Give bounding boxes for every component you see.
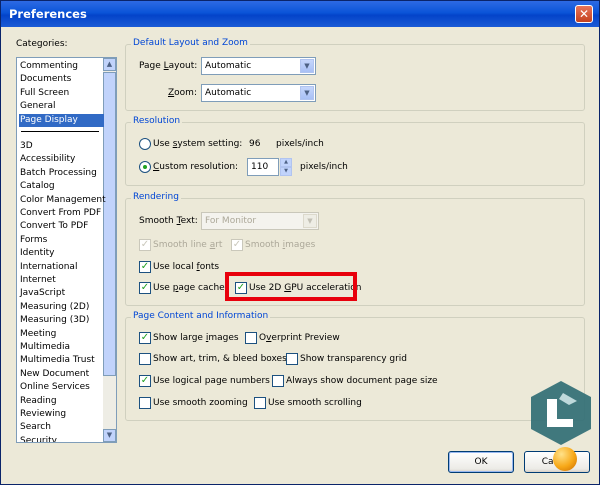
custom-resolution-input[interactable]: 110 [247, 158, 279, 176]
page-layout-select[interactable]: Automatic ▼ [201, 57, 316, 75]
title-bar[interactable]: Preferences ✕ [1, 1, 599, 27]
category-item[interactable]: International [19, 261, 104, 274]
category-item[interactable]: Reading [19, 395, 104, 408]
smooth-scrolling-label: Use smooth scrolling [268, 398, 362, 408]
logical-page-numbers-checkbox[interactable]: ✓ [139, 375, 151, 387]
page-cache-checkbox[interactable]: ✓ [139, 282, 151, 294]
category-item[interactable]: Commenting [19, 60, 104, 73]
category-item[interactable]: Catalog [19, 180, 104, 193]
rendering-title: Rendering [131, 192, 181, 202]
category-item[interactable]: New Document [19, 368, 104, 381]
smooth-text-select[interactable]: For Monitor ▼ [201, 212, 319, 230]
smooth-scrolling-checkbox[interactable] [254, 397, 266, 409]
window-title: Preferences [9, 7, 87, 21]
orb-icon [553, 447, 577, 471]
smooth-zooming-label: Use smooth zooming [153, 398, 248, 408]
category-item[interactable]: Meeting [19, 328, 104, 341]
category-item[interactable]: Color Management [19, 194, 106, 207]
chevron-down-icon: ▼ [300, 86, 314, 100]
large-images-label: Show large images [153, 333, 239, 343]
resolution-group: Resolution Use system setting: 96 pixels… [125, 116, 585, 186]
preferences-window: Preferences ✕ Categories: ▲ ▼ Commenting… [0, 0, 600, 485]
category-item[interactable]: General [19, 100, 104, 113]
logical-page-numbers-label: Use logical page numbers [153, 376, 270, 386]
art-trim-bleed-label: Show art, trim, & bleed boxes [153, 354, 287, 364]
category-item[interactable]: Multimedia [19, 341, 104, 354]
stepper-up-icon[interactable]: ▲ [280, 158, 292, 167]
category-item[interactable]: Reviewing [19, 408, 104, 421]
category-item[interactable]: Forms [19, 234, 104, 247]
transparency-grid-label: Show transparency grid [300, 354, 408, 364]
smooth-zooming-checkbox[interactable] [139, 397, 151, 409]
watermark-logo [531, 381, 591, 445]
page-cache-label: Use page cache [153, 283, 225, 293]
category-item[interactable]: Multimedia Trust [19, 354, 104, 367]
custom-resolution-label: Custom resolution: [153, 162, 239, 172]
category-item[interactable]: Measuring (2D) [19, 301, 104, 314]
scroll-thumb[interactable] [103, 72, 116, 376]
smooth-text-label: Smooth Text: [139, 216, 198, 226]
category-item[interactable]: Batch Processing [19, 167, 104, 180]
chevron-down-icon: ▼ [300, 59, 314, 73]
category-item[interactable]: 3D [19, 140, 104, 153]
ok-button[interactable]: OK [448, 451, 514, 473]
smooth-images-checkbox[interactable]: ✓ [231, 239, 243, 251]
category-item[interactable]: Documents [19, 73, 104, 86]
zoom-label: Zoom: [168, 88, 197, 98]
always-show-size-label: Always show document page size [286, 376, 438, 386]
close-button[interactable]: ✕ [575, 5, 593, 23]
categories-label: Categories: [16, 39, 68, 49]
category-separator [21, 131, 99, 132]
custom-resolution-stepper[interactable]: ▲ ▼ [280, 158, 292, 176]
zoom-select[interactable]: Automatic ▼ [201, 84, 316, 102]
always-show-size-checkbox[interactable] [272, 375, 284, 387]
system-setting-unit: pixels/inch [276, 139, 324, 149]
category-item[interactable]: Security [19, 435, 104, 442]
overprint-preview-label: Overprint Preview [259, 333, 340, 343]
system-setting-label: Use system setting: [153, 139, 243, 149]
smooth-line-art-label: Smooth line art [153, 240, 223, 250]
large-images-checkbox[interactable]: ✓ [139, 332, 151, 344]
category-item[interactable]: Online Services [19, 381, 104, 394]
system-setting-value: 96 [249, 139, 261, 149]
smooth-line-art-checkbox[interactable]: ✓ [139, 239, 151, 251]
chevron-down-icon: ▼ [303, 214, 317, 228]
scroll-down-button[interactable]: ▼ [103, 429, 116, 442]
custom-resolution-radio[interactable] [139, 161, 151, 173]
page-layout-label: Page Layout: [139, 61, 198, 71]
transparency-grid-checkbox[interactable] [286, 353, 298, 365]
system-setting-radio[interactable] [139, 138, 151, 150]
resolution-title: Resolution [131, 116, 183, 126]
category-item[interactable]: Convert From PDF [19, 207, 104, 220]
page-content-group: Page Content and Information ✓ Show larg… [125, 311, 585, 421]
category-item[interactable]: Convert To PDF [19, 220, 104, 233]
page-content-title: Page Content and Information [131, 311, 271, 321]
category-item[interactable]: Page Display [19, 113, 104, 127]
category-item[interactable]: Search [19, 421, 104, 434]
overprint-preview-checkbox[interactable] [245, 332, 257, 344]
categories-scrollbar[interactable]: ▲ ▼ [103, 58, 116, 442]
scroll-up-button[interactable]: ▲ [103, 58, 116, 71]
smooth-images-label: Smooth images [245, 240, 316, 250]
layout-zoom-group: Default Layout and Zoom Page Layout: Aut… [125, 38, 585, 111]
category-item[interactable]: Measuring (3D) [19, 314, 104, 327]
layout-zoom-title: Default Layout and Zoom [131, 38, 250, 48]
categories-list[interactable]: ▲ ▼ Commenting Documents Full Screen Genera… [16, 57, 117, 443]
custom-resolution-unit: pixels/inch [300, 162, 348, 172]
local-fonts-checkbox[interactable]: ✓ [139, 261, 151, 273]
category-item[interactable]: Internet [19, 274, 104, 287]
category-item[interactable]: JavaScript [19, 287, 104, 300]
local-fonts-label: Use local fonts [153, 262, 220, 272]
stepper-down-icon[interactable]: ▼ [280, 167, 292, 176]
category-item[interactable]: Accessibility [19, 153, 104, 166]
category-item[interactable]: Full Screen [19, 87, 104, 100]
category-item[interactable]: Identity [19, 247, 104, 260]
art-trim-bleed-checkbox[interactable] [139, 353, 151, 365]
gpu-highlight-box [225, 272, 357, 301]
